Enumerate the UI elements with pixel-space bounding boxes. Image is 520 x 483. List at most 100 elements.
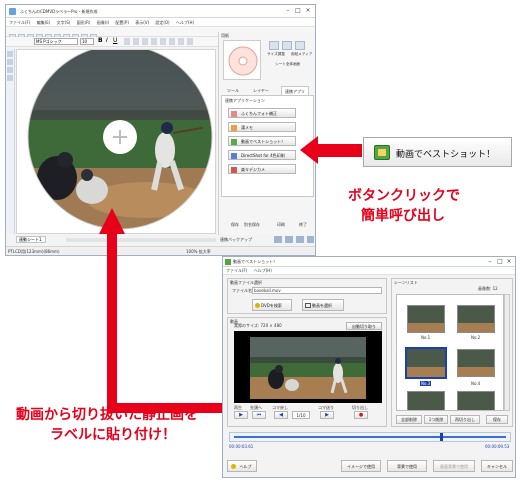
design-canvas[interactable] xyxy=(16,49,216,234)
file-name-field[interactable]: baseball.mov xyxy=(252,287,382,294)
sheet-full-button[interactable]: シート全体画面 xyxy=(275,62,315,67)
annotation-click-line1: ボタンクリックで xyxy=(348,188,460,204)
time-total: 00:00:09.53 xyxy=(485,444,510,449)
dialog-menu-bar: ファイル(F) ヘルプ(H) xyxy=(223,267,515,275)
underline-icon[interactable]: U xyxy=(113,37,117,44)
scene-thumb-3[interactable] xyxy=(405,347,447,379)
app-photo-fix[interactable]: ふくちんフォト補正 xyxy=(228,108,296,118)
save-button[interactable]: 保存 xyxy=(231,222,239,227)
print-button[interactable]: 印刷 xyxy=(277,222,285,227)
app-kan-memo[interactable]: 漢メモ xyxy=(228,122,296,132)
main-title-bar: ふくちんのCDMVDラベラーPro - 新規作成 – □ × xyxy=(6,5,315,18)
paper-preview xyxy=(223,40,261,80)
help-icon xyxy=(231,464,236,469)
menu-file[interactable]: ファイル(F) xyxy=(9,20,30,25)
video-player[interactable] xyxy=(234,331,382,403)
save-as-button[interactable]: 別名保存 xyxy=(244,222,260,227)
panel-icon-a[interactable] xyxy=(269,41,279,50)
help-button[interactable]: ヘルプ xyxy=(227,460,257,472)
linked-backup[interactable]: 連携バックアップ xyxy=(220,237,252,242)
label-sheet-tab[interactable]: 連動シート1 xyxy=(16,236,46,243)
right-panel: 用紙 サイズ調整 用紙メディア シート全体画面 ツール レイヤー 連携アプリ 連… xyxy=(218,32,315,235)
scene-group-title: シーンリスト xyxy=(394,280,418,285)
arrow-to-label xyxy=(107,232,222,413)
menu-image[interactable]: 画像(I) xyxy=(97,20,109,25)
seek-handle[interactable] xyxy=(440,433,443,441)
auto-cut-button[interactable]: 自動切り取り xyxy=(346,322,382,330)
canvas-scrollbar[interactable] xyxy=(66,238,216,242)
scene-thumb-2[interactable] xyxy=(457,305,495,333)
font-size-select[interactable]: 10 xyxy=(80,38,94,45)
font-select[interactable]: MS Pゴシック xyxy=(34,38,78,45)
menu-text[interactable]: 文字(S) xyxy=(57,20,71,25)
scene-save-button[interactable]: 保存 xyxy=(486,415,508,424)
seek-bar[interactable] xyxy=(229,432,511,442)
cancel-button[interactable]: キャンセル xyxy=(481,460,513,472)
minimize-icon[interactable]: – xyxy=(283,5,293,17)
dialog-close-icon[interactable]: × xyxy=(504,257,514,269)
panel-icon-b[interactable] xyxy=(282,41,292,50)
close-icon[interactable]: × xyxy=(303,5,313,17)
use-as-screen-bg-button[interactable]: 画面背景で使用 xyxy=(433,460,475,472)
view-mode-icons[interactable] xyxy=(274,236,314,243)
italic-icon[interactable]: I xyxy=(106,37,108,44)
step-forward-button[interactable]: ▶ xyxy=(320,411,334,419)
panel-tabs: ツール レイヤー 連携アプリ xyxy=(219,86,316,96)
scene-thumb-5[interactable] xyxy=(407,391,445,410)
image-tool-icon[interactable] xyxy=(7,75,13,81)
panel-icon-c[interactable] xyxy=(295,41,305,50)
recapture-button[interactable]: 再切り出し xyxy=(450,415,480,424)
menu-help[interactable]: ヘルプ(H) xyxy=(176,20,194,25)
exit-button[interactable]: 終了 xyxy=(299,222,307,227)
delete-all-button[interactable]: 全部削除 xyxy=(396,415,422,424)
film-icon xyxy=(305,303,311,308)
maximize-icon[interactable]: □ xyxy=(293,5,303,17)
size-adjust-button[interactable]: サイズ調整 xyxy=(267,52,291,57)
scene-thumb-4[interactable] xyxy=(457,349,495,377)
menu-shape[interactable]: 図形(R) xyxy=(77,20,91,25)
best-shot-dialog: 動画でベストショット！ – □ × ファイル(F) ヘルプ(H) 動画ファイル選… xyxy=(222,256,516,478)
step-back-button[interactable]: ◀ xyxy=(274,411,288,419)
dialog-menu-file[interactable]: ファイル(F) xyxy=(226,268,247,273)
app-best-shot[interactable]: 動画でベストショット！ xyxy=(228,136,296,146)
delete-one-button[interactable]: 1つ削除 xyxy=(424,415,448,424)
menu-arrange[interactable]: 配置(P) xyxy=(115,20,129,25)
menu-settings[interactable]: 設定(O) xyxy=(155,20,169,25)
dialog-menu-help[interactable]: ヘルプ(H) xyxy=(254,268,272,273)
menu-edit[interactable]: 編集(E) xyxy=(37,20,51,25)
app-icon xyxy=(9,8,16,15)
dialog-minimize-icon[interactable]: – xyxy=(485,257,495,269)
shape-tool-icon[interactable] xyxy=(7,67,13,73)
help-label: ヘルプ xyxy=(239,464,252,469)
best-shot-callout-button[interactable]: 動画でベストショット！ xyxy=(363,137,512,167)
video-select-button[interactable]: 動画を選択 xyxy=(302,299,344,311)
capture-button[interactable]: ● xyxy=(354,411,368,419)
memo-icon xyxy=(231,125,237,131)
play-button[interactable]: ▶ xyxy=(234,411,248,419)
app-raku-dejikame[interactable]: 楽々デジカメ xyxy=(228,164,296,174)
dvd-search-button[interactable]: DVDを検索 xyxy=(252,299,292,311)
scene-label-4: No.4 xyxy=(471,381,481,386)
scene-thumb-1[interactable] xyxy=(407,305,445,333)
use-as-background-button[interactable]: 背景で使用 xyxy=(387,460,427,472)
dvd-search-label: DVDを検索 xyxy=(261,303,282,308)
speed-select[interactable]: 1/10 xyxy=(292,411,310,419)
scene-label-2: No.2 xyxy=(471,335,481,340)
tab-layers[interactable]: レイヤー xyxy=(253,88,269,93)
app-direct-shot[interactable]: DirectShot for 4色印刷 xyxy=(228,150,296,160)
scene-list-scrollbar[interactable] xyxy=(504,294,510,411)
bold-icon[interactable]: B xyxy=(98,37,103,44)
scene-thumbnail-list[interactable]: No.1 No.2 No.3 No.4 xyxy=(396,294,504,411)
text-tool-icon[interactable] xyxy=(7,59,13,65)
linked-apps-group-title: 連携アプリケーション xyxy=(225,98,265,103)
align-icons[interactable] xyxy=(124,38,194,45)
app-raku-dejikame-label: 楽々デジカメ xyxy=(241,167,265,172)
menu-view[interactable]: 表示(V) xyxy=(135,20,149,25)
scene-thumb-6[interactable] xyxy=(457,391,495,410)
to-start-button[interactable]: ⏮ xyxy=(252,411,266,419)
tab-tools[interactable]: ツール xyxy=(227,88,239,93)
select-tool-icon[interactable] xyxy=(7,51,13,57)
app-direct-shot-label: DirectShot for 4色印刷 xyxy=(241,153,285,158)
use-as-image-button[interactable]: イメージで使用 xyxy=(341,460,381,472)
paper-media-button[interactable]: 用紙メディア xyxy=(291,52,315,57)
